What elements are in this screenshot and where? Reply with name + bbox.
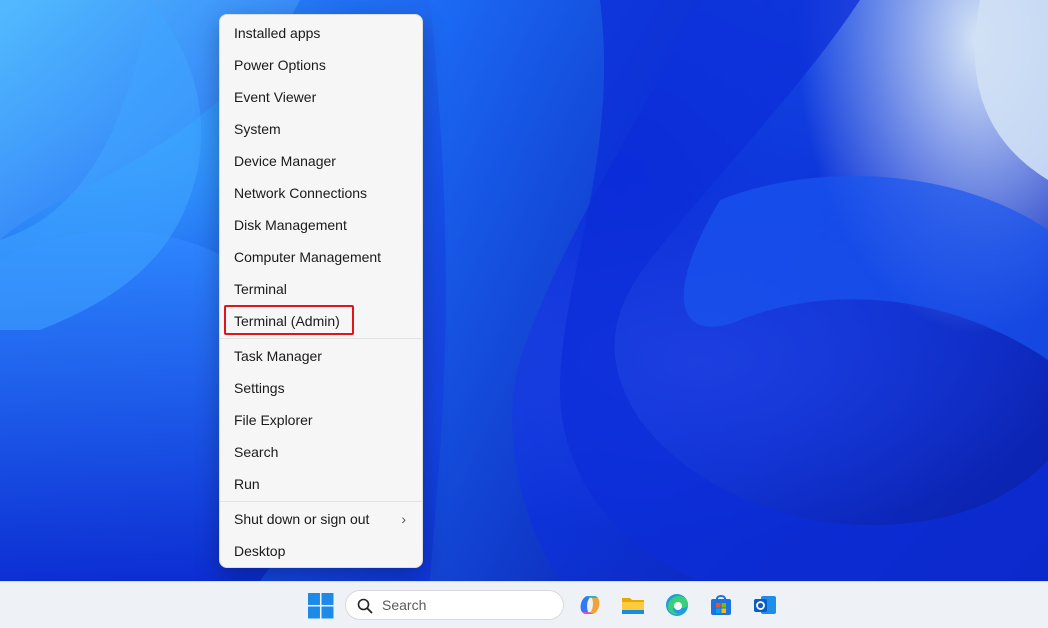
copilot-icon[interactable] [577,592,603,618]
menu-item-network-connections[interactable]: Network Connections [224,178,418,208]
menu-item-device-manager[interactable]: Device Manager [224,146,418,176]
menu-item-label: Power Options [234,57,326,73]
menu-item-label: Settings [234,380,285,396]
windows-start-icon[interactable] [308,593,334,619]
menu-item-search[interactable]: Search [224,437,418,467]
menu-item-label: Terminal [234,281,287,297]
taskbar: Search [0,581,1048,628]
menu-item-label: Network Connections [234,185,368,201]
search-icon [357,598,373,614]
menu-item-label: Device Manager [234,153,336,169]
menu-item-label: Installed apps [234,25,321,41]
menu-item-run[interactable]: Run [224,469,418,499]
search-placeholder: Search [382,597,427,613]
menu-item-label: File Explorer [234,412,313,428]
chevron-right-icon: › [401,511,406,527]
menu-item-label: Desktop [234,543,286,559]
terminal-admin-highlight-box [224,305,354,335]
menu-item-shut-down-or-sign-out[interactable]: Shut down or sign out › [224,504,418,534]
wallpaper-bloom-art [0,0,1048,581]
outlook-icon[interactable] [752,592,778,618]
menu-item-label: Task Manager [234,348,322,364]
menu-item-label: Search [234,444,279,460]
file-explorer-icon[interactable] [620,592,646,618]
menu-item-label: Shut down or sign out [234,511,370,527]
menu-item-settings[interactable]: Settings [224,373,418,403]
desktop-wallpaper [0,0,1048,581]
edge-icon[interactable] [664,592,690,618]
menu-item-power-options[interactable]: Power Options [224,50,418,80]
menu-item-task-manager[interactable]: Task Manager [224,341,418,371]
quick-link-context-menu: Installed apps Power Options Event Viewe… [219,14,423,568]
taskbar-search-box[interactable]: Search [345,590,564,620]
menu-item-system[interactable]: System [224,114,418,144]
menu-item-terminal[interactable]: Terminal [224,274,418,304]
menu-item-installed-apps[interactable]: Installed apps [224,18,418,48]
menu-item-label: System [234,121,281,137]
menu-item-event-viewer[interactable]: Event Viewer [224,82,418,112]
menu-item-desktop[interactable]: Desktop [224,536,418,566]
microsoft-store-icon[interactable] [708,592,734,618]
menu-separator [220,501,422,502]
menu-separator [220,338,422,339]
menu-item-label: Run [234,476,260,492]
menu-item-computer-management[interactable]: Computer Management [224,242,418,272]
menu-item-file-explorer[interactable]: File Explorer [224,405,418,435]
menu-item-disk-management[interactable]: Disk Management [224,210,418,240]
menu-item-label: Disk Management [234,217,347,233]
menu-item-label: Computer Management [234,249,382,265]
menu-item-label: Event Viewer [234,89,317,105]
